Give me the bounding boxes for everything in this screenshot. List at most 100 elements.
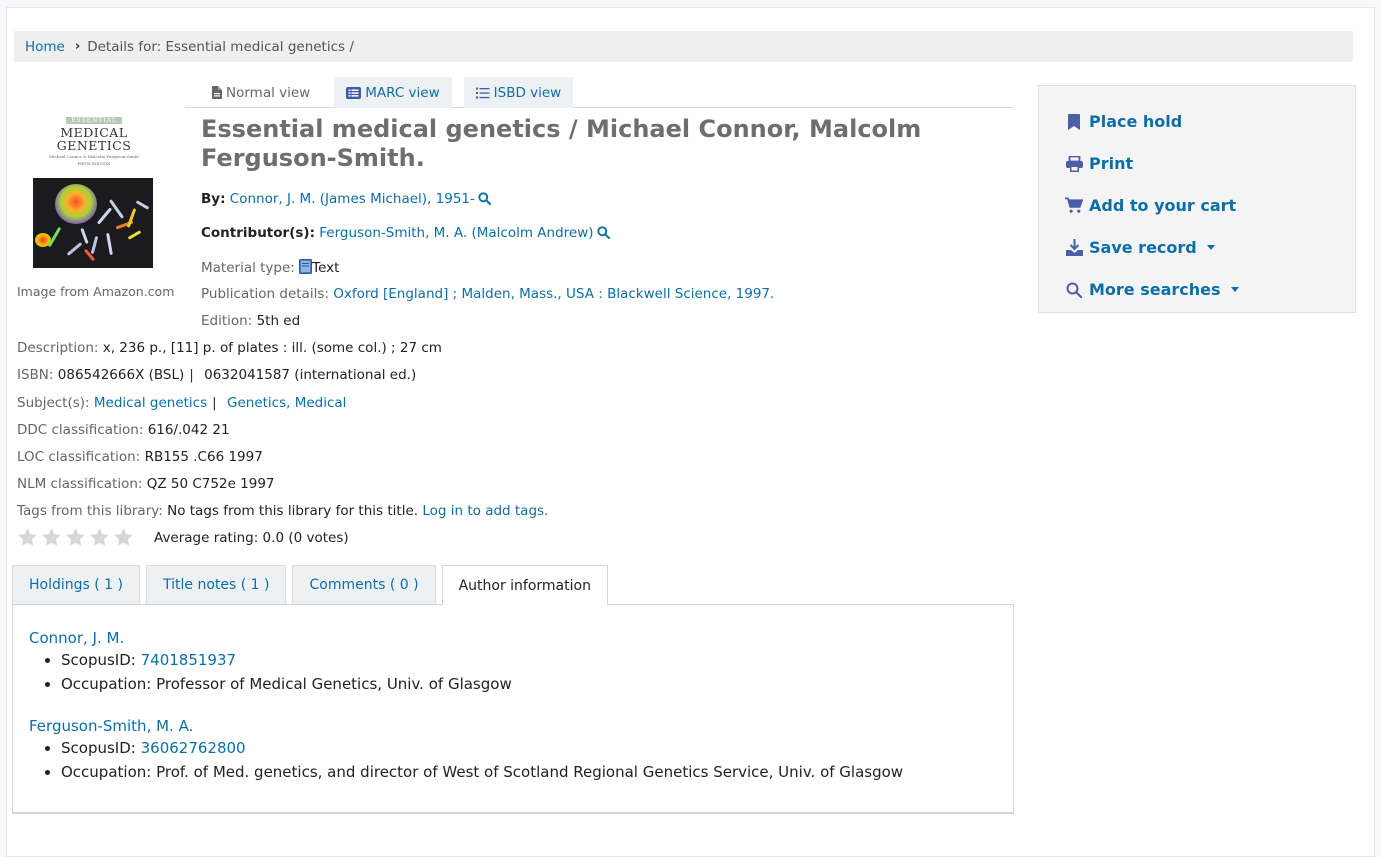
material-type-value: Text	[312, 260, 340, 276]
ddc-value: 616/.042 21	[147, 422, 230, 438]
star-icon[interactable]	[113, 527, 134, 548]
place-hold-button[interactable]: Place hold	[1065, 112, 1182, 131]
tab-isbd-view-label: ISBD view	[493, 84, 562, 101]
breadcrumb-home-link[interactable]: Home	[25, 39, 65, 55]
author-link[interactable]: Connor, J. M. (James Michael), 1951-	[230, 191, 475, 207]
field-tags: Tags from this library: No tags from thi…	[17, 503, 548, 519]
author-name-link[interactable]: Ferguson-Smith, M. A.	[29, 717, 193, 735]
author-name-link[interactable]: Connor, J. M.	[29, 629, 124, 647]
record-tabs: Holdings ( 1 ) Title notes ( 1 ) Comment…	[12, 565, 614, 605]
subject-link[interactable]: Genetics, Medical	[227, 395, 346, 411]
record-actions-panel: Place hold Print Add to your cart Save r…	[1038, 85, 1356, 313]
isbn-value: 086542666X (BSL)	[57, 367, 185, 383]
add-to-cart-button[interactable]: Add to your cart	[1065, 196, 1236, 215]
author-information-panel: Connor, J. M. ScopusID: 7401851937 Occup…	[12, 604, 1014, 814]
isbn-value: 0632041587 (international ed.)	[204, 367, 417, 383]
nlm-value: QZ 50 C752e 1997	[146, 476, 275, 492]
star-rating	[17, 527, 134, 548]
more-searches-label: More searches	[1089, 280, 1221, 299]
contributor-link[interactable]: Ferguson-Smith, M. A. (Malcolm Andrew)	[319, 225, 593, 241]
author-occupation: Occupation: Prof. of Med. genetics, and …	[61, 760, 903, 784]
book-icon	[299, 259, 313, 278]
author-details: ScopusID: 7401851937 Occupation: Profess…	[61, 648, 512, 696]
place-hold-label: Place hold	[1089, 112, 1183, 131]
cover-authors: Michael Connor & Malcolm Ferguson-Smith	[49, 154, 139, 159]
scopus-label: ScopusID:	[61, 739, 136, 757]
author-occupation: Occupation: Professor of Medical Genetic…	[61, 672, 512, 696]
login-to-add-tags-link[interactable]: Log in to add tags.	[422, 503, 548, 519]
tab-author-information[interactable]: Author information	[441, 565, 608, 605]
tab-holdings[interactable]: Holdings ( 1 )	[12, 565, 140, 604]
isbn-label: ISBN:	[17, 367, 54, 383]
cover-title-area: ESSENTIAL MEDICAL GENETICS Michael Conno…	[33, 110, 155, 178]
tags-value: No tags from this library for this title…	[167, 503, 419, 519]
contributors-label: Contributor(s):	[201, 225, 315, 241]
record-title: Essential medical genetics / Michael Con…	[201, 115, 922, 172]
cover-series: ESSENTIAL	[66, 117, 122, 124]
field-author: By: Connor, J. M. (James Michael), 1951-	[201, 191, 491, 209]
search-icon[interactable]	[596, 226, 610, 243]
field-edition: Edition: 5th ed	[201, 313, 300, 329]
edition-label: Edition:	[201, 313, 253, 329]
breadcrumb: Home › Details for: Essential medical ge…	[14, 31, 1353, 62]
scopus-id-link[interactable]: 36062762800	[141, 739, 246, 757]
star-icon[interactable]	[41, 527, 62, 548]
caret-down-icon	[1230, 287, 1239, 292]
tab-isbd-view[interactable]: ISBD view	[463, 77, 574, 108]
tab-comments[interactable]: Comments ( 0 )	[292, 565, 436, 604]
loc-label: LOC classification:	[17, 449, 141, 465]
separator: |	[212, 395, 217, 411]
breadcrumb-current: Details for: Essential medical genetics …	[87, 38, 354, 55]
tab-title-notes[interactable]: Title notes ( 1 )	[146, 565, 287, 604]
nlm-label: NLM classification:	[17, 476, 143, 492]
tab-marc-view[interactable]: MARC view	[334, 77, 452, 108]
caret-down-icon	[1206, 245, 1215, 250]
field-ddc: DDC classification: 616/.042 21	[17, 422, 230, 438]
ddc-label: DDC classification:	[17, 422, 144, 438]
scopus-id-link[interactable]: 7401851937	[141, 651, 236, 669]
average-rating: Average rating: 0.0 (0 votes)	[154, 529, 349, 546]
save-record-dropdown[interactable]: Save record	[1065, 238, 1215, 257]
book-cover-image[interactable]: ESSENTIAL MEDICAL GENETICS Michael Conno…	[33, 110, 155, 268]
more-searches-dropdown[interactable]: More searches	[1065, 280, 1239, 299]
print-button[interactable]: Print	[1065, 154, 1133, 173]
save-record-label: Save record	[1089, 238, 1197, 257]
publication-label: Publication details:	[201, 286, 329, 302]
star-icon[interactable]	[89, 527, 110, 548]
subject-link[interactable]: Medical genetics	[94, 395, 207, 411]
tab-normal-view[interactable]: Normal view	[198, 77, 322, 108]
cover-chromosome-art	[33, 178, 153, 268]
tags-label: Tags from this library:	[17, 503, 163, 519]
download-icon	[1065, 239, 1083, 256]
cover-title-line2: GENETICS	[56, 138, 132, 153]
edition-value: 5th ed	[256, 313, 301, 329]
scopus-label: ScopusID:	[61, 651, 136, 669]
search-icon	[1065, 282, 1083, 298]
cover-edition: FIFTH EDITION	[77, 161, 111, 166]
star-icon[interactable]	[17, 527, 38, 548]
search-icon[interactable]	[478, 192, 491, 209]
star-icon[interactable]	[65, 527, 86, 548]
list-icon	[475, 87, 490, 99]
separator: |	[189, 367, 194, 383]
field-loc: LOC classification: RB155 .C66 1997	[17, 449, 263, 465]
field-subjects: Subject(s): Medical genetics | Genetics, …	[17, 395, 346, 411]
publication-link[interactable]: Oxford [England] ; Malden, Mass., USA : …	[333, 286, 774, 302]
tab-marc-view-label: MARC view	[365, 84, 440, 101]
subjects-label: Subject(s):	[17, 395, 90, 411]
breadcrumb-separator: ›	[74, 39, 81, 54]
description-label: Description:	[17, 340, 99, 356]
add-to-cart-label: Add to your cart	[1089, 196, 1237, 215]
bookmark-icon	[1065, 113, 1083, 130]
field-isbn: ISBN: 086542666X (BSL) | 0632041587 (inte…	[17, 367, 416, 383]
description-value: x, 236 p., [11] p. of plates : ill. (som…	[102, 340, 442, 356]
author-label: By:	[201, 191, 226, 207]
field-publication: Publication details: Oxford [England] ; …	[201, 286, 774, 302]
author-scopus: ScopusID: 7401851937	[61, 648, 512, 672]
author-entry: Connor, J. M. ScopusID: 7401851937 Occup…	[29, 629, 512, 696]
file-icon	[212, 86, 222, 99]
rating: Average rating: 0.0 (0 votes)	[17, 527, 349, 548]
author-entry: Ferguson-Smith, M. A. ScopusID: 36062762…	[29, 717, 903, 784]
field-contributors: Contributor(s): Ferguson-Smith, M. A. (M…	[201, 225, 610, 243]
loc-value: RB155 .C66 1997	[144, 449, 263, 465]
